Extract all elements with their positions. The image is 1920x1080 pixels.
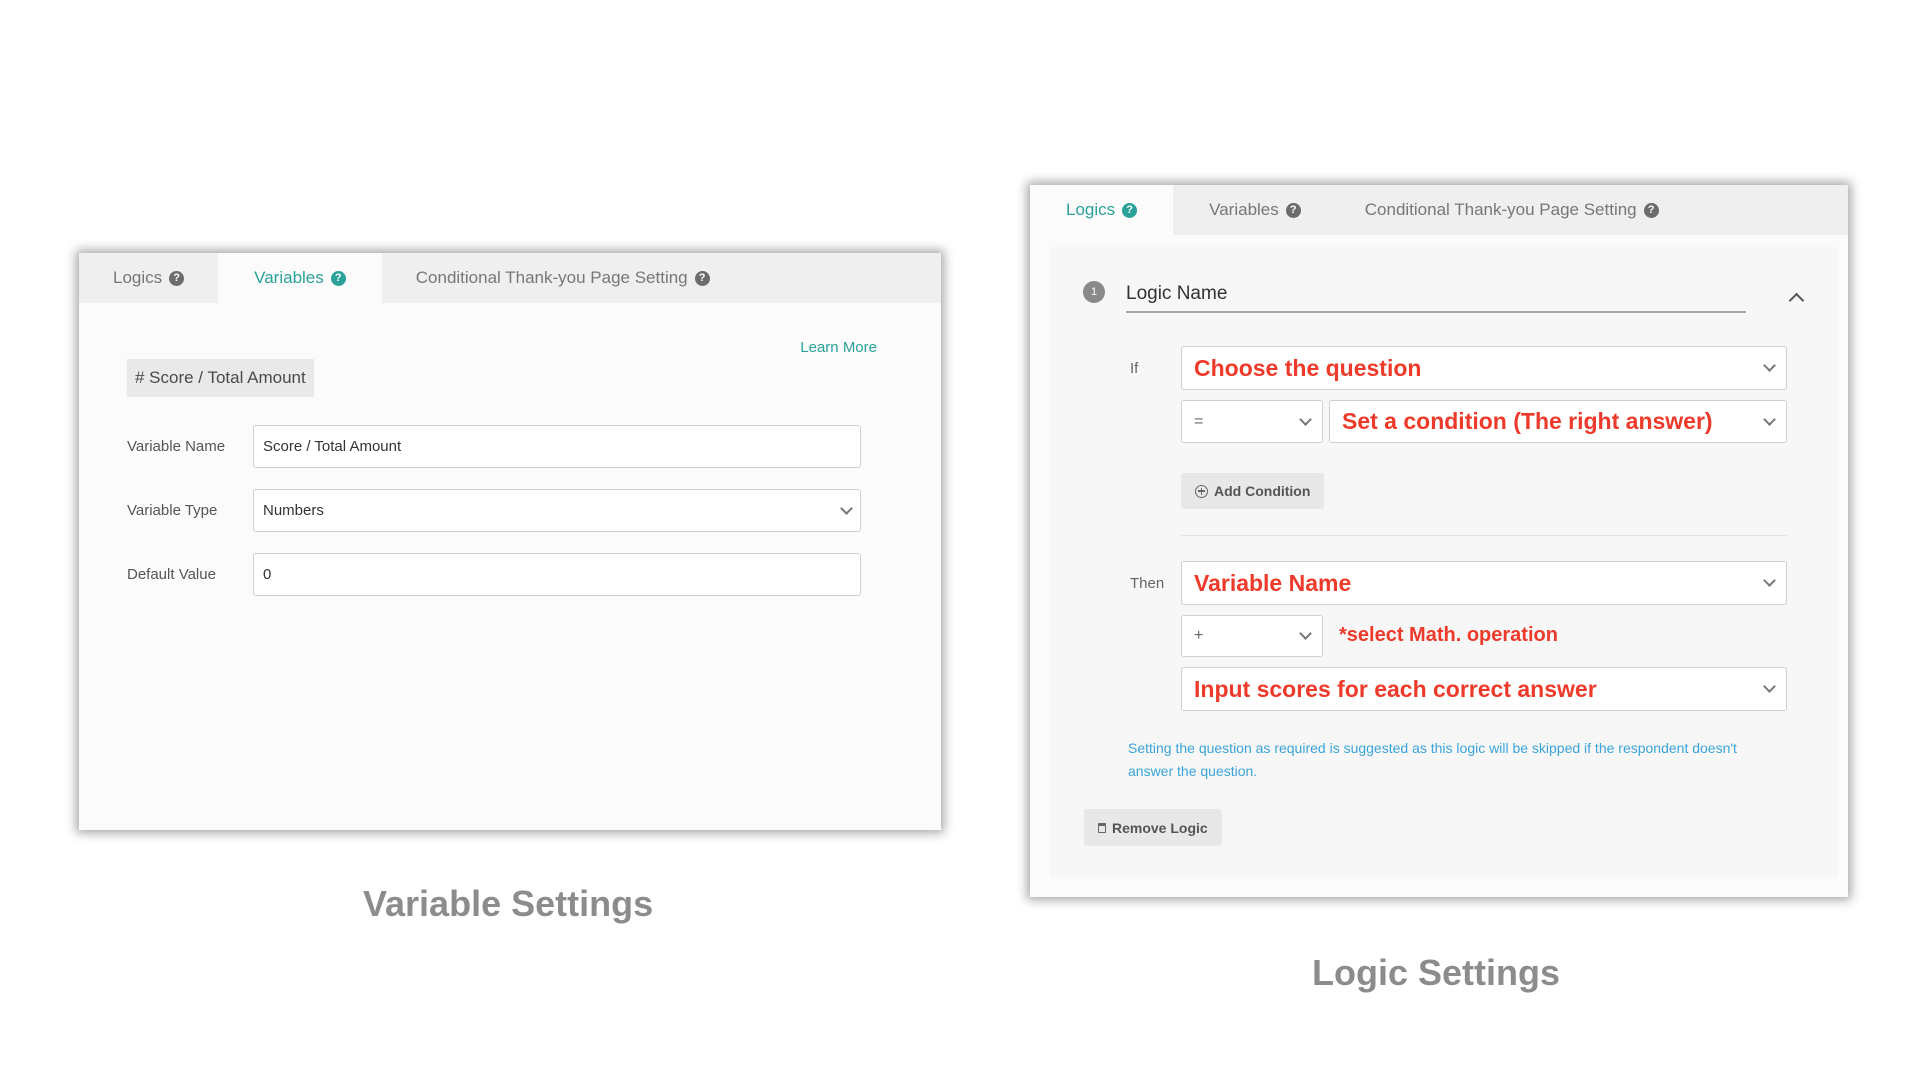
math-operator-select[interactable]: +: [1181, 615, 1323, 657]
score-select[interactable]: Input scores for each correct answer: [1181, 667, 1787, 711]
condition-select-value: Set a condition (The right answer): [1342, 408, 1713, 434]
tab-conditional-thank-you[interactable]: Conditional Thank-you Page Setting ?: [382, 253, 746, 303]
variable-name-value: Score / Total Amount: [263, 438, 402, 455]
logic-panel-tabbar: Logics ? Variables ? Conditional Thank-y…: [1030, 185, 1848, 235]
add-condition-button[interactable]: Add Condition: [1181, 473, 1325, 509]
chevron-down-icon: [1763, 574, 1776, 587]
default-value-label: Default Value: [127, 566, 216, 583]
plus-circle-icon: [1195, 484, 1208, 498]
variable-type-value: Numbers: [263, 502, 324, 519]
chevron-down-icon: [1763, 412, 1776, 426]
logic-settings-caption: Logic Settings: [1312, 952, 1561, 993]
chevron-down-icon: [1299, 412, 1312, 426]
learn-more-link[interactable]: Learn More: [800, 339, 877, 356]
logic-settings-panel: Logics ? Variables ? Conditional Thank-y…: [1030, 185, 1848, 897]
question-circle-icon: ?: [330, 270, 346, 286]
section-divider: [1181, 535, 1787, 536]
condition-select[interactable]: Set a condition (The right answer): [1329, 400, 1787, 443]
variable-badge[interactable]: # Score / Total Amount: [127, 359, 314, 397]
tab-label: Logics: [113, 268, 163, 287]
tab-label: Variables: [1209, 200, 1279, 219]
variable-type-row: Variable Type Numbers: [127, 489, 861, 532]
default-value-value: 0: [263, 566, 272, 583]
chevron-down-icon: [1763, 359, 1776, 372]
variable-select[interactable]: Variable Name: [1181, 561, 1787, 605]
chevron-down-icon: [840, 501, 853, 515]
question-circle-icon: ?: [1285, 202, 1301, 218]
question-select-value: Choose the question: [1194, 354, 1422, 381]
operator-select[interactable]: =: [1181, 400, 1323, 443]
operator-select-value: =: [1194, 412, 1204, 430]
question-circle-icon: ?: [694, 270, 710, 286]
remove-logic-label: Remove Logic: [1112, 819, 1208, 836]
variable-name-row: Variable Name Score / Total Amount: [127, 425, 861, 468]
question-circle-icon: ?: [169, 270, 185, 286]
if-label: If: [1130, 360, 1139, 377]
logic-name-input[interactable]: Logic Name: [1126, 283, 1746, 313]
chevron-down-icon: [1763, 680, 1776, 693]
tab-label: Conditional Thank-you Page Setting: [415, 268, 688, 287]
math-operation-note: *select Math. operation: [1339, 624, 1558, 646]
tab-label: Variables: [254, 268, 324, 287]
question-circle-icon: ?: [1122, 202, 1138, 218]
variable-settings-panel: Logics ? Variables ? Conditional Thank-y…: [79, 253, 941, 830]
trash-icon: [1098, 822, 1106, 833]
tab-label: Logics: [1066, 200, 1116, 219]
variable-type-label: Variable Type: [127, 502, 218, 519]
default-value-row: Default Value 0: [127, 553, 861, 596]
tab-variables[interactable]: Variables ?: [218, 253, 382, 303]
required-question-hint: Setting the question as required is sugg…: [1128, 740, 1737, 779]
tab-variables[interactable]: Variables ?: [1173, 185, 1337, 235]
variable-name-input[interactable]: Score / Total Amount: [253, 425, 861, 468]
variable-panel-tabbar: Logics ? Variables ? Conditional Thank-y…: [79, 253, 941, 303]
variable-type-select[interactable]: Numbers: [253, 489, 861, 532]
tab-logics[interactable]: Logics ?: [79, 253, 218, 303]
math-operator-value: +: [1194, 627, 1204, 644]
question-select[interactable]: Choose the question: [1181, 346, 1787, 390]
tab-label: Conditional Thank-you Page Setting: [1364, 200, 1637, 219]
then-label: Then: [1130, 575, 1165, 592]
tab-conditional-thank-you[interactable]: Conditional Thank-you Page Setting ?: [1337, 185, 1695, 235]
variable-settings-caption: Variable Settings: [363, 883, 654, 924]
score-select-value: Input scores for each correct answer: [1194, 675, 1597, 702]
default-value-input[interactable]: 0: [253, 553, 861, 596]
add-condition-label: Add Condition: [1214, 483, 1311, 499]
logic-step-number: 1: [1083, 281, 1105, 303]
variable-name-label: Variable Name: [127, 438, 226, 455]
chevron-up-icon[interactable]: [1788, 292, 1805, 309]
remove-logic-button[interactable]: Remove Logic: [1084, 809, 1222, 846]
tab-logics[interactable]: Logics ?: [1030, 185, 1174, 235]
variable-select-value: Variable Name: [1194, 569, 1352, 596]
question-circle-icon: ?: [1643, 202, 1659, 218]
logic-card: 1 Logic Name If Choose the question = Se…: [1050, 247, 1838, 877]
chevron-down-icon: [1299, 627, 1312, 640]
